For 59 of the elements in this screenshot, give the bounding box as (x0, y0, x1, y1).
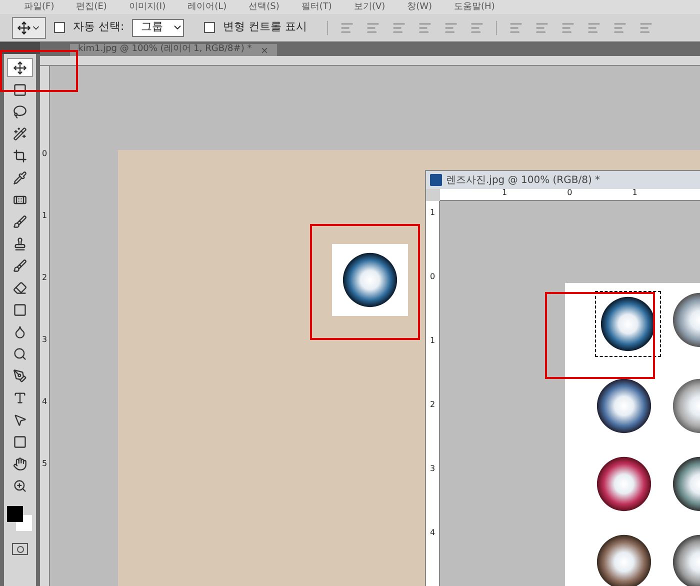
tool-preset-button[interactable] (12, 16, 46, 38)
ruler-label: 3 (42, 336, 48, 344)
move-tool-icon (13, 60, 27, 74)
lens-drawing (341, 251, 399, 309)
ruler-label: 5 (42, 460, 48, 468)
ruler-label: 3 (430, 465, 436, 473)
ruler-label: 0 (42, 150, 48, 158)
wand-icon (13, 126, 27, 140)
ruler-label: 1 (42, 212, 48, 220)
ruler-label: 2 (42, 274, 48, 282)
tool-button[interactable] (7, 58, 33, 77)
menu-item[interactable]: 도움말(H) (454, 2, 495, 12)
pen-icon (13, 368, 27, 382)
menu-item[interactable]: 선택(S) (248, 2, 280, 12)
checkbox[interactable] (54, 22, 65, 33)
checkbox[interactable] (204, 22, 216, 33)
arrow-icon (13, 412, 27, 426)
lens-drawing (595, 533, 653, 586)
ruler-label: 1 (430, 337, 436, 345)
menu-item[interactable]: 보기(V) (354, 2, 386, 12)
auto-select-label: 자동 선택: (73, 19, 124, 36)
window-title: 렌즈사진.jpg @ 100% (RGB/8) * (446, 174, 600, 188)
ruler-label: 1 (632, 189, 638, 199)
document-tab[interactable]: kim1.jpg @ 100% (레이어 1, RGB/8#) * (70, 44, 277, 56)
hand-icon (13, 456, 27, 470)
ruler-label: 2 (430, 401, 436, 409)
ruler-label: 1 (502, 189, 508, 199)
menu-item[interactable]: 편집(E) (76, 2, 107, 12)
lens-drawing (595, 377, 653, 435)
ruler-label: 0 (430, 273, 436, 281)
lasso-icon (13, 104, 27, 118)
ruler-label: 0 (567, 189, 572, 199)
menu-item[interactable]: 필터(T) (301, 2, 332, 12)
quick-mask-icon[interactable] (12, 543, 28, 555)
menu-item[interactable]: 이미지(I) (128, 2, 166, 12)
drop-icon (13, 324, 27, 338)
app-logo-icon (430, 174, 442, 186)
transform-controls-label: 변형 컨트롤 표시 (223, 19, 308, 36)
zoom-icon (13, 478, 27, 492)
color-swatches-drawing[interactable] (7, 506, 33, 532)
eraser-icon (13, 280, 27, 294)
brush-icon (13, 214, 27, 228)
menu-item[interactable]: 창(W) (407, 2, 432, 12)
menu-item[interactable]: 파일(F) (24, 2, 54, 12)
ruler-label: 4 (430, 529, 436, 537)
type-icon (13, 390, 27, 404)
mode-dropdown[interactable]: 그룹 (132, 18, 184, 36)
menu-item[interactable]: 레이어(L) (188, 2, 227, 12)
close-icon[interactable] (260, 46, 269, 54)
ruler-label: 1 (430, 209, 436, 217)
ruler-label: 4 (42, 398, 48, 406)
marquee-icon (13, 82, 27, 96)
move-tool-icon (17, 20, 31, 34)
lens-drawing (595, 455, 653, 513)
brush-icon (13, 258, 27, 272)
crop-icon (13, 148, 27, 162)
rectangle-icon (13, 434, 27, 448)
stamp-icon (13, 236, 27, 250)
eyedropper-icon (13, 170, 27, 184)
